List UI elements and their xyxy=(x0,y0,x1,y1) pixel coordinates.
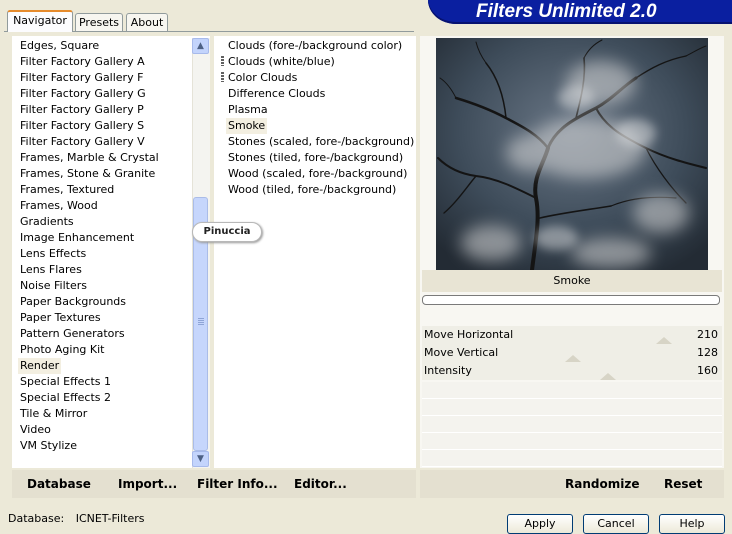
chevron-down-icon: ▼ xyxy=(197,454,204,464)
slider-label: Move Horizontal xyxy=(424,328,514,341)
category-item[interactable]: Paper Backgrounds xyxy=(20,294,126,310)
category-item[interactable]: Paper Textures xyxy=(20,310,101,326)
empty-slider-row xyxy=(422,382,722,399)
apply-button[interactable]: Apply xyxy=(507,514,573,534)
category-item[interactable]: Noise Filters xyxy=(20,278,87,294)
category-item[interactable]: Special Effects 2 xyxy=(20,390,111,406)
drag-grip-icon xyxy=(221,72,224,82)
category-item[interactable]: Image Enhancement xyxy=(20,230,134,246)
category-item[interactable]: VM Stylize xyxy=(20,438,77,454)
help-button[interactable]: Help xyxy=(659,514,725,534)
drag-grip-icon xyxy=(221,56,224,66)
filter-item[interactable]: Wood (scaled, fore-/background) xyxy=(228,166,407,182)
filter-item[interactable]: Smoke xyxy=(226,118,268,134)
chevron-up-icon: ▲ xyxy=(197,41,204,51)
status-value: ICNET-Filters xyxy=(75,512,145,525)
tab-presets[interactable]: Presets xyxy=(75,13,123,31)
scroll-up-button[interactable]: ▲ xyxy=(192,38,209,54)
filter-item[interactable]: Difference Clouds xyxy=(228,86,325,102)
slider-label: Move Vertical xyxy=(424,346,499,359)
slider-thumb[interactable] xyxy=(565,355,581,362)
app-title: Filters Unlimited 2.0 xyxy=(476,1,657,22)
category-item[interactable]: Photo Aging Kit xyxy=(20,342,104,358)
reset-button[interactable]: Reset xyxy=(664,477,702,491)
status-label: Database: xyxy=(8,512,65,525)
slider-label: Intensity xyxy=(424,364,472,377)
slider-value: 160 xyxy=(697,364,718,377)
category-item[interactable]: Frames, Marble & Crystal xyxy=(20,150,159,166)
filter-item[interactable]: Clouds (white/blue) xyxy=(228,54,335,70)
slider-thumb[interactable] xyxy=(656,337,672,344)
category-item[interactable]: Filter Factory Gallery F xyxy=(20,70,143,86)
category-item[interactable]: Pattern Generators xyxy=(20,326,125,342)
filter-item[interactable]: Stones (scaled, fore-/background) xyxy=(228,134,414,150)
watermark-stamp: Pinuccia xyxy=(192,222,262,242)
empty-slider-row xyxy=(422,399,722,416)
category-item[interactable]: Frames, Stone & Granite xyxy=(20,166,155,182)
import-button[interactable]: Import... xyxy=(118,477,177,491)
filter-item[interactable]: Color Clouds xyxy=(228,70,297,86)
filter-item[interactable]: Stones (tiled, fore-/background) xyxy=(228,150,403,166)
filter-item[interactable]: Plasma xyxy=(228,102,268,118)
category-item[interactable]: Special Effects 1 xyxy=(20,374,111,390)
tab-navigator[interactable]: Navigator xyxy=(7,10,73,32)
category-item[interactable]: Filter Factory Gallery A xyxy=(20,54,145,70)
randomize-button[interactable]: Randomize xyxy=(565,477,639,491)
slider-thumb[interactable] xyxy=(600,373,616,380)
slider-move-horizontal[interactable]: Move Horizontal 210 xyxy=(422,326,722,344)
filter-item[interactable]: Wood (tiled, fore-/background) xyxy=(228,182,396,198)
cancel-button[interactable]: Cancel xyxy=(583,514,649,534)
empty-slider-row xyxy=(422,433,722,450)
category-item[interactable]: Filter Factory Gallery S xyxy=(20,118,144,134)
preview-image xyxy=(436,38,708,270)
editor-button[interactable]: Editor... xyxy=(294,477,347,491)
category-item[interactable]: Lens Effects xyxy=(20,246,86,262)
filter-item[interactable]: Clouds (fore-/background color) xyxy=(228,38,402,54)
smoke-tree-image xyxy=(436,38,708,270)
slider-intensity[interactable]: Intensity 160 xyxy=(422,362,722,380)
scrollbar-grip xyxy=(198,318,204,325)
category-item[interactable]: Filter Factory Gallery V xyxy=(20,134,145,150)
category-item[interactable]: Gradients xyxy=(20,214,74,230)
slider-value: 210 xyxy=(697,328,718,341)
progress-bar xyxy=(422,295,720,305)
database-button[interactable]: Database xyxy=(27,477,91,491)
filter-info-button[interactable]: Filter Info... xyxy=(197,477,278,491)
category-item[interactable]: Frames, Wood xyxy=(20,198,98,214)
category-item[interactable]: Filter Factory Gallery P xyxy=(20,102,144,118)
scroll-down-button[interactable]: ▼ xyxy=(192,451,209,467)
category-item[interactable]: Filter Factory Gallery G xyxy=(20,86,146,102)
category-item[interactable]: Lens Flares xyxy=(20,262,82,278)
category-item[interactable]: Tile & Mirror xyxy=(20,406,87,422)
category-item[interactable]: Edges, Square xyxy=(20,38,99,54)
empty-slider-row xyxy=(422,416,722,433)
tab-about[interactable]: About xyxy=(126,13,168,31)
slider-move-vertical[interactable]: Move Vertical 128 xyxy=(422,344,722,362)
status-database: Database: ICNET-Filters xyxy=(8,512,144,525)
empty-slider-row xyxy=(422,450,722,467)
category-item[interactable]: Render xyxy=(18,358,62,374)
category-item[interactable]: Frames, Textured xyxy=(20,182,114,198)
slider-value: 128 xyxy=(697,346,718,359)
category-item[interactable]: Video xyxy=(20,422,51,438)
selected-filter-label: Smoke xyxy=(422,270,722,292)
